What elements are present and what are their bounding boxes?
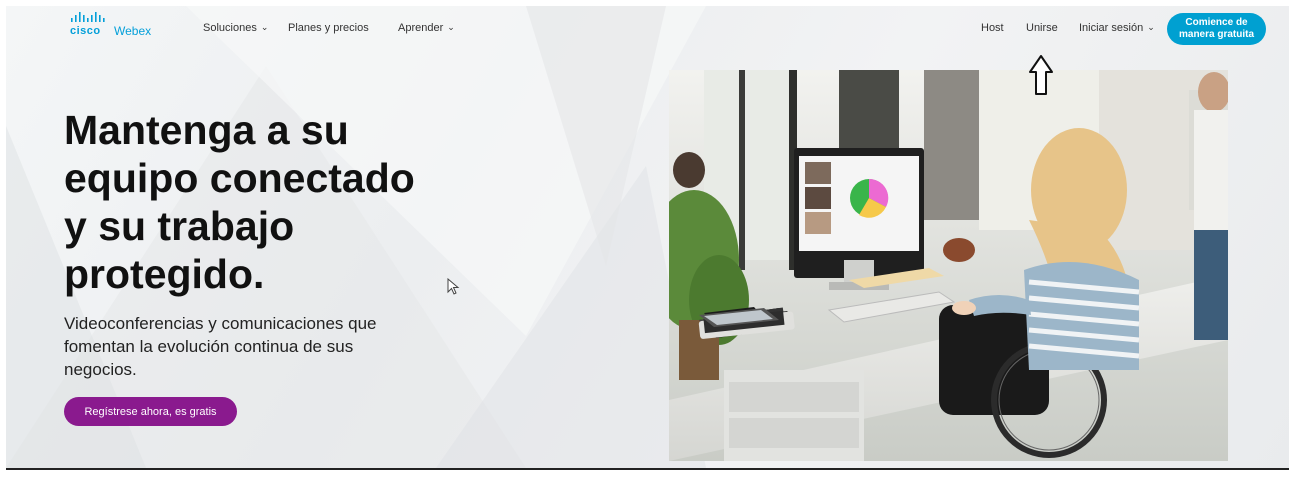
subhead-line: fomentan la evolución continua de sus <box>64 337 354 356</box>
cisco-wordmark: cisco <box>70 25 101 37</box>
nav-unirse[interactable]: Unirse <box>1026 22 1058 34</box>
nav-soluciones-label: Soluciones <box>203 22 257 34</box>
headline-line: equipo conectado <box>64 155 415 201</box>
nav-unirse-label: Unirse <box>1026 22 1058 34</box>
start-free-line2: manera gratuita <box>1178 29 1255 40</box>
subhead-line: Videoconferencias y comunicaciones que <box>64 314 377 333</box>
hero-subheading: Videoconferencias y comunicaciones que f… <box>64 312 404 381</box>
nav-aprender[interactable]: Aprender ⌄ <box>398 22 455 34</box>
webex-homepage: cisco Webex Soluciones ⌄ Planes y precios… <box>6 6 1289 468</box>
signup-label: Regístrese ahora, es gratis <box>84 405 217 418</box>
start-free-line1: Comience de <box>1185 17 1248 28</box>
nav-planes-precios[interactable]: Planes y precios <box>288 22 369 34</box>
headline-line: y su trabajo <box>64 203 295 249</box>
nav-iniciar-label: Iniciar sesión <box>1079 22 1144 34</box>
nav-soluciones[interactable]: Soluciones ⌄ <box>203 22 268 34</box>
chevron-down-icon: ⌄ <box>447 22 455 32</box>
nav-aprender-label: Aprender <box>398 22 444 34</box>
webex-wordmark: Webex <box>114 24 152 38</box>
cisco-logo-icon <box>71 12 105 22</box>
webex-logo[interactable]: cisco Webex <box>68 12 158 38</box>
chevron-down-icon: ⌄ <box>1147 22 1155 32</box>
chevron-down-icon: ⌄ <box>260 22 269 32</box>
start-free-button[interactable]: Comience de manera gratuita <box>1167 13 1266 45</box>
mouse-cursor-icon <box>447 278 460 295</box>
subhead-line: negocios. <box>64 360 137 379</box>
up-arrow-annotation-icon <box>1029 55 1053 95</box>
headline-line: Mantenga a su <box>64 107 349 153</box>
top-navigation: cisco Webex Soluciones ⌄ Planes y precios… <box>6 6 1289 50</box>
headline-line: protegido. <box>64 251 265 297</box>
hero-headline: Mantenga a su equipo conectado y su trab… <box>64 106 444 298</box>
nav-iniciar-sesion[interactable]: Iniciar sesión ⌄ <box>1079 22 1155 34</box>
nav-planes-label: Planes y precios <box>288 22 369 34</box>
hero-photo <box>669 70 1228 461</box>
page-bottom-divider <box>6 468 1289 470</box>
nav-host-label: Host <box>981 22 1004 34</box>
nav-host[interactable]: Host <box>981 22 1004 34</box>
signup-free-button[interactable]: Regístrese ahora, es gratis <box>64 397 237 426</box>
